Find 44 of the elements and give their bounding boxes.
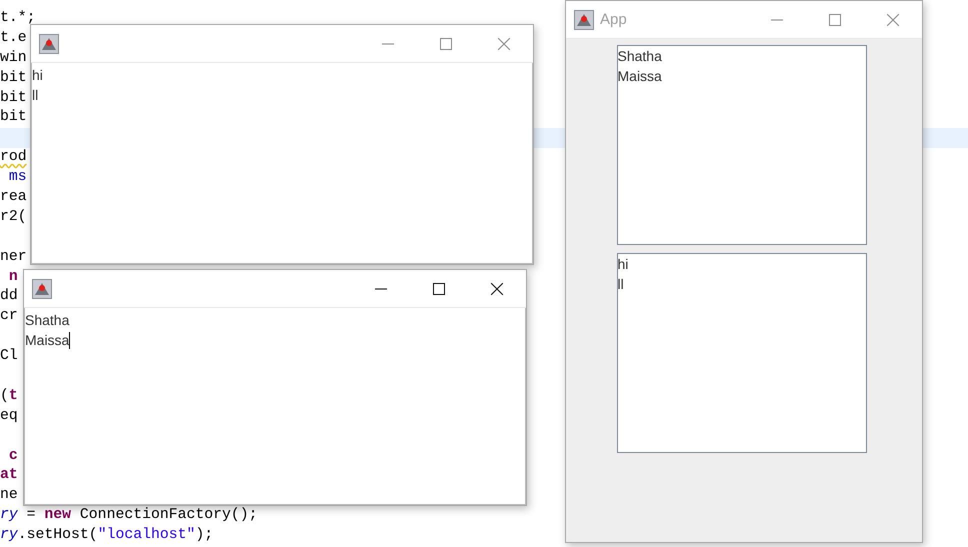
code-line: ner: [0, 248, 27, 265]
close-icon: [491, 282, 503, 294]
text-line: ll: [618, 275, 624, 294]
text-line: hi: [32, 66, 43, 85]
code-line: r2(: [0, 208, 27, 225]
window-title: App: [600, 11, 627, 28]
text-line: hi: [618, 255, 628, 274]
code-line: (t: [0, 388, 18, 404]
code-line: rod: [0, 149, 27, 166]
code-line: cr: [0, 308, 18, 324]
code-line: t.*;: [0, 10, 36, 26]
code-line: dd: [0, 288, 18, 304]
code-line: bit: [0, 70, 27, 86]
code-line: at: [0, 467, 18, 484]
text-area[interactable]: Shatha Maissa: [25, 308, 525, 504]
text-line: Maissa: [25, 331, 70, 350]
code-line: n: [8, 268, 18, 285]
code-line: ry.setHost("localhost");: [0, 527, 214, 544]
app-icon: [32, 278, 52, 298]
text-line: Shatha: [25, 311, 70, 330]
text-area[interactable]: hi ll: [32, 63, 532, 263]
code-line: bit: [0, 109, 27, 126]
maximize-icon: [829, 14, 841, 26]
code-line: bit: [0, 90, 27, 106]
code-line: ry = new ConnectionFactory();: [0, 507, 258, 524]
text-line: Shatha: [618, 47, 662, 66]
close-icon: [887, 14, 899, 26]
code-line: ms: [8, 169, 27, 186]
code-line: ne: [0, 487, 18, 504]
code-line: c: [8, 448, 18, 464]
text-line: ll: [32, 86, 38, 105]
text-line: Maissa: [618, 67, 662, 86]
code-line: eq: [0, 408, 18, 424]
code-line: rea: [0, 189, 27, 206]
maximize-icon: [440, 38, 452, 50]
text-area[interactable]: Shatha Maissa: [616, 45, 866, 245]
code-line: Cl: [0, 348, 18, 364]
code-line: win: [0, 50, 27, 66]
text-area[interactable]: hi ll: [616, 253, 866, 453]
app-icon: [574, 10, 594, 30]
app-icon: [39, 34, 59, 54]
maximize-icon: [433, 282, 445, 294]
code-line: t.e: [0, 30, 27, 46]
close-icon: [498, 38, 510, 50]
